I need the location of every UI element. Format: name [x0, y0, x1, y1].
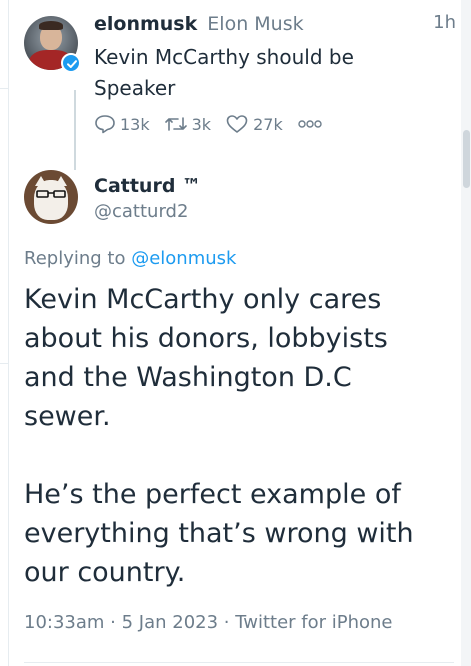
- retweet-button[interactable]: 3k: [164, 114, 211, 134]
- more-button[interactable]: [297, 119, 327, 129]
- replying-to: Replying to @elonmusk: [24, 248, 236, 269]
- reply-author-handle[interactable]: @catturd2: [94, 198, 454, 226]
- thread-connector-line: [74, 90, 76, 170]
- verified-icon: [61, 53, 81, 73]
- retweet-count: 3k: [191, 114, 212, 134]
- reply-author-name[interactable]: Catturd ™: [94, 174, 454, 198]
- more-icon: [298, 120, 322, 128]
- timeline-left-border: [8, 0, 9, 666]
- parent-display-name[interactable]: Elon Musk: [207, 13, 303, 35]
- replying-to-prefix: Replying to: [24, 248, 126, 269]
- reply-paragraph: Kevin McCarthy only cares about his dono…: [24, 284, 388, 432]
- like-icon: [226, 115, 248, 133]
- reply-header: Catturd ™ @catturd2: [94, 174, 454, 226]
- reply-count: 13k: [120, 114, 150, 134]
- parent-tweet-time[interactable]: 1h: [433, 12, 456, 33]
- replying-to-handle-link[interactable]: @elonmusk: [131, 248, 236, 269]
- parent-tweet-header: elonmusk Elon Musk: [94, 12, 454, 36]
- avatar-hair: [39, 21, 63, 30]
- parent-tweet-content: elonmusk Elon Musk 1h Kevin McCarthy sho…: [94, 12, 456, 134]
- reply-icon: [95, 115, 115, 134]
- parent-tweet-actions: 13k 3k 27k: [94, 114, 454, 134]
- avatar-cat: [34, 180, 68, 220]
- left-border-stub: [0, 363, 8, 364]
- reply-button[interactable]: 13k: [94, 114, 150, 134]
- reply-paragraph: He’s the perfect example of everything t…: [24, 479, 414, 588]
- tweet-timestamp[interactable]: 10:33am · 5 Jan 2023 · Twitter for iPhon…: [24, 612, 393, 633]
- reply-tweet-text: Kevin McCarthy only cares about his dono…: [24, 280, 444, 592]
- retweet-icon: [164, 117, 187, 131]
- parent-tweet-text: Kevin McCarthy should be Speaker: [94, 45, 354, 100]
- like-button[interactable]: 27k: [225, 114, 283, 134]
- glasses-icon: [36, 190, 66, 198]
- bottom-divider: [24, 662, 454, 663]
- parent-username[interactable]: elonmusk: [94, 13, 197, 35]
- scrollbar-thumb[interactable]: [463, 130, 470, 188]
- like-count: 27k: [253, 114, 283, 134]
- left-border-stub: [0, 88, 8, 89]
- scrollbar-track[interactable]: [461, 0, 471, 666]
- reply-avatar[interactable]: [24, 170, 78, 224]
